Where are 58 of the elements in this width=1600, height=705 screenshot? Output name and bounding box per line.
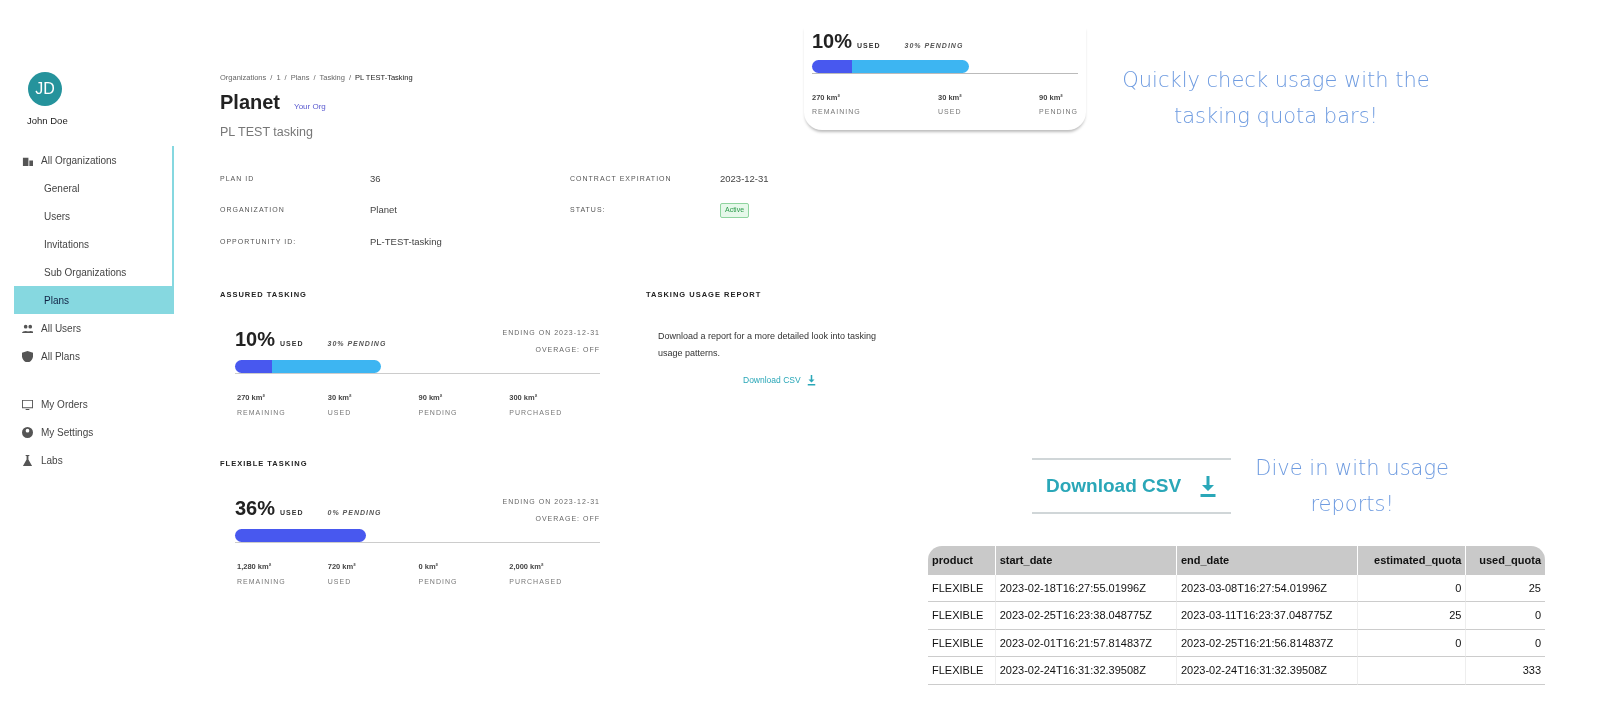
table-cell: FLEXIBLE [928,657,995,685]
column-header: end_date [1175,546,1358,575]
sidebar-item[interactable]: My Settings [14,418,174,447]
sidebar-item[interactable]: All Plans [14,342,174,371]
table-cell: 2023-02-24T16:31:32.39508Z [994,657,1176,685]
table-cell: FLEXIBLE [928,574,995,602]
table-cell: 0 [1357,629,1466,657]
table-cell: 2023-02-25T16:23:38.048775Z [994,602,1176,630]
flask-icon [22,454,33,466]
monitor-icon [22,398,33,410]
table-cell: 25 [1357,602,1466,630]
sidebar-item[interactable]: Users [14,202,172,231]
account-icon [22,426,33,438]
percent-used: 10% [235,327,276,353]
table-cell: 2023-02-01T16:21:57.814837Z [994,629,1176,657]
table-cell: 0 [1357,574,1466,602]
column-header: estimated_quota [1357,546,1466,575]
download-icon [1199,475,1218,497]
table-cell: 0 [1465,629,1545,657]
download-icon [806,375,816,386]
detail-value: PL-TEST-tasking [370,234,443,249]
shield-icon [22,350,33,362]
sidebar-item[interactable]: General [14,174,172,203]
sidebar-item[interactable]: All Organizations [14,146,172,175]
avatar: JD [28,72,62,106]
table-cell: 2023-03-08T16:27:54.01996Z [1175,574,1358,602]
table-cell: 0 [1465,602,1545,630]
table-cell: 2023-02-25T16:21:56.814837Z [1175,629,1358,657]
sidebar-item[interactable]: Labs [14,446,174,475]
column-header: used_quota [1465,546,1545,575]
sidebar-item[interactable]: Sub Organizations [14,258,172,287]
org-tag: Your Org [294,101,326,114]
table-cell: 2023-02-24T16:31:32.39508Z [1175,657,1358,685]
percent-used: 36% [235,496,276,522]
sidebar-item[interactable]: Plans [14,286,172,315]
detail-value: Planet [370,203,398,218]
sidebar-item[interactable]: All Users [14,314,174,343]
page-title: Planet [220,90,281,116]
callout-caption: Quickly check usage with the tasking quota bars! [1121,67,1431,130]
user-name: John Doe [27,114,69,128]
callout-caption: Dive in with usage reports! [1254,455,1450,518]
plan-name: PL TEST tasking [220,124,314,142]
table-cell: 333 [1465,657,1545,685]
table-cell: 2023-02-18T16:27:55.01996Z [994,574,1176,602]
people-icon [22,322,33,334]
table-cell: 2023-03-11T16:23:37.048775Z [1175,602,1358,630]
percent-used: 10% [812,29,853,54]
detail-value: 36 [370,172,382,186]
sidebar-item[interactable]: My Orders [14,390,174,419]
column-header: product [928,546,995,575]
table-cell: 25 [1465,574,1545,602]
detail-value: 2023-12-31 [720,172,770,186]
report-description: Download a report for a more detailed look into tasking usage patterns. [658,330,878,361]
table-cell: FLEXIBLE [928,602,995,630]
sidebar-item[interactable]: Invitations [14,230,172,259]
used-fill [812,60,852,73]
table-cell: FLEXIBLE [928,629,995,657]
column-header: start_date [994,546,1176,575]
